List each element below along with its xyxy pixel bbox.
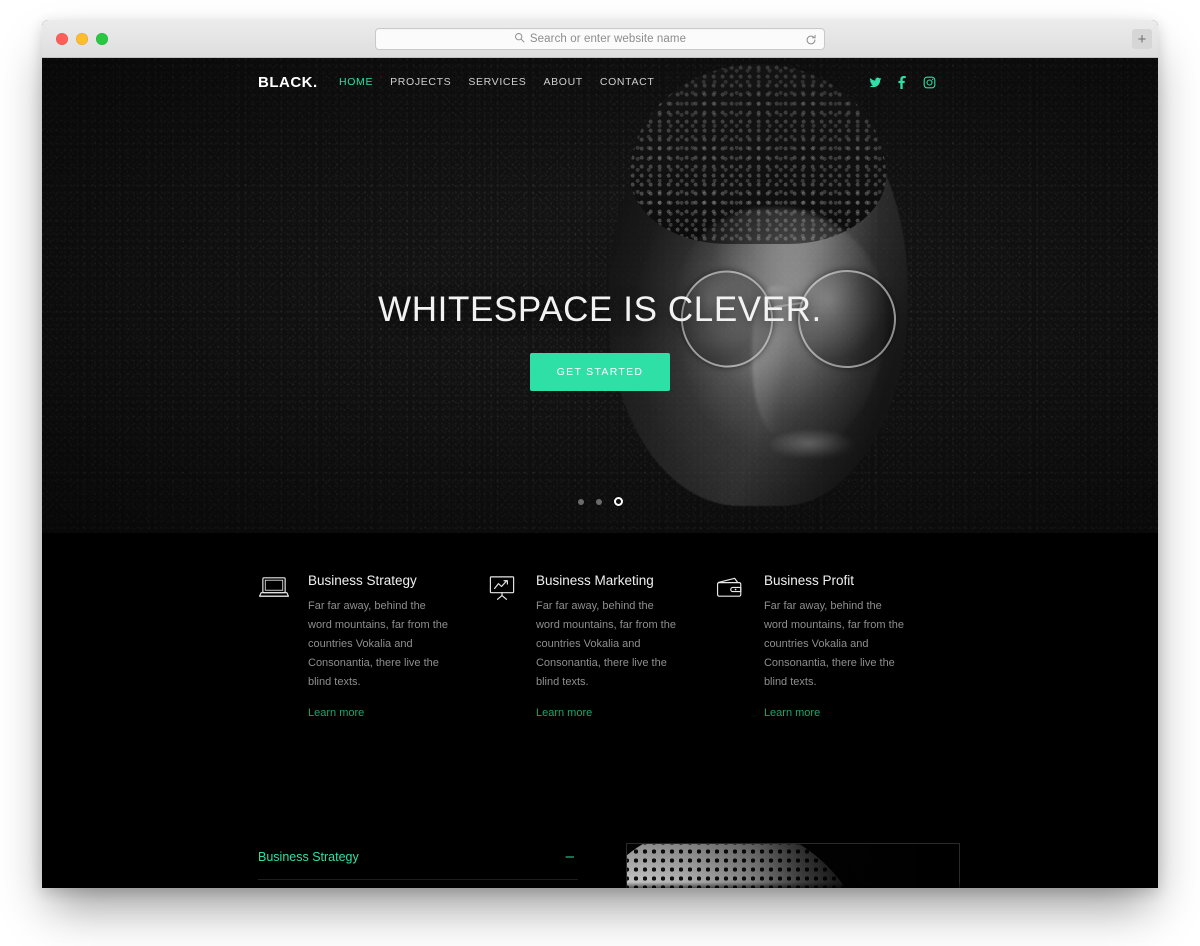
service-title: Business Strategy <box>308 573 417 588</box>
service-card-business-profit: Business Profit Far far away, behind the… <box>714 573 942 721</box>
services-grid: Business Strategy Far far away, behind t… <box>42 573 1158 721</box>
carousel-dot-1[interactable] <box>577 498 584 505</box>
screenshot-stage: Search or enter website name + BLACK. HO… <box>0 0 1200 946</box>
mesh-sphere-image <box>626 843 960 888</box>
new-tab-button[interactable]: + <box>1132 29 1152 49</box>
site-logo[interactable]: BLACK. <box>258 74 318 91</box>
service-description: Far far away, behind the word mountains,… <box>308 600 449 688</box>
get-started-button[interactable]: GET STARTED <box>529 353 671 391</box>
accordion-list: Business Strategy – Far far away, behind… <box>258 843 578 888</box>
accordion-section: Business Strategy – Far far away, behind… <box>42 788 1158 888</box>
reload-icon[interactable] <box>805 33 817 45</box>
accordion-collapse-icon[interactable]: – <box>566 849 578 864</box>
hero-title: WHITESPACE IS CLEVER. <box>378 290 822 329</box>
hero-section: BLACK. HOME PROJECTS SERVICES ABOUT CONT… <box>42 58 1158 533</box>
service-learn-more-link[interactable]: Learn more <box>308 707 364 719</box>
site-navigation: BLACK. HOME PROJECTS SERVICES ABOUT CONT… <box>42 58 1158 106</box>
service-body: Business Strategy Far far away, behind t… <box>308 573 452 721</box>
accordion-header[interactable]: Business Strategy – <box>258 843 578 879</box>
service-body: Business Profit Far far away, behind the… <box>764 573 908 721</box>
accordion-title: Business Strategy <box>258 849 359 864</box>
hero-carousel-dots <box>42 497 1158 506</box>
address-bar-content: Search or enter website name <box>514 30 686 48</box>
service-body: Business Marketing Far far away, behind … <box>536 573 680 721</box>
instagram-icon[interactable] <box>923 76 936 89</box>
services-section: Business Strategy Far far away, behind t… <box>42 533 1158 788</box>
browser-window: Search or enter website name + BLACK. HO… <box>42 20 1158 888</box>
twitter-icon[interactable] <box>869 76 882 89</box>
close-window-button[interactable] <box>56 32 68 45</box>
nav-item-about[interactable]: ABOUT <box>543 76 582 88</box>
nav-item-home[interactable]: HOME <box>339 76 373 88</box>
nav-item-contact[interactable]: CONTACT <box>600 76 655 88</box>
service-learn-more-link[interactable]: Learn more <box>764 707 820 719</box>
service-card-business-strategy: Business Strategy Far far away, behind t… <box>258 573 486 721</box>
minimize-window-button[interactable] <box>76 32 88 45</box>
service-card-business-marketing: Business Marketing Far far away, behind … <box>486 573 714 721</box>
nav-item-services[interactable]: SERVICES <box>468 76 526 88</box>
search-icon <box>514 30 525 48</box>
window-controls <box>56 32 108 45</box>
maximize-window-button[interactable] <box>96 32 108 45</box>
carousel-dot-2[interactable] <box>595 498 602 505</box>
presentation-chart-icon <box>486 573 520 721</box>
accordion-body: Far far away, behind the word mountains,… <box>258 880 578 888</box>
browser-titlebar: Search or enter website name + <box>42 20 1158 58</box>
service-title: Business Profit <box>763 573 854 588</box>
service-description: Far far away, behind the word mountains,… <box>535 600 676 688</box>
accordion-media-column <box>626 843 960 888</box>
page-viewport: BLACK. HOME PROJECTS SERVICES ABOUT CONT… <box>42 58 1158 888</box>
nav-links: HOME PROJECTS SERVICES ABOUT CONTACT <box>339 76 654 88</box>
service-title: Business Marketing <box>535 573 654 588</box>
accordion-item-business-strategy: Business Strategy – <box>258 843 578 880</box>
nav-item-projects[interactable]: PROJECTS <box>390 76 451 88</box>
mesh-sphere-shading <box>627 844 959 888</box>
wallet-icon <box>714 573 748 721</box>
address-bar-placeholder: Search or enter website name <box>529 33 687 45</box>
laptop-icon <box>258 573 292 721</box>
service-description: Far far away, behind the word mountains,… <box>763 600 904 688</box>
social-links <box>869 75 936 89</box>
facebook-icon[interactable] <box>896 75 909 89</box>
service-learn-more-link[interactable]: Learn more <box>536 707 592 719</box>
hero-copy: WHITESPACE IS CLEVER. GET STARTED <box>42 290 1158 391</box>
address-bar[interactable]: Search or enter website name <box>375 28 825 50</box>
carousel-dot-3[interactable] <box>613 497 623 506</box>
